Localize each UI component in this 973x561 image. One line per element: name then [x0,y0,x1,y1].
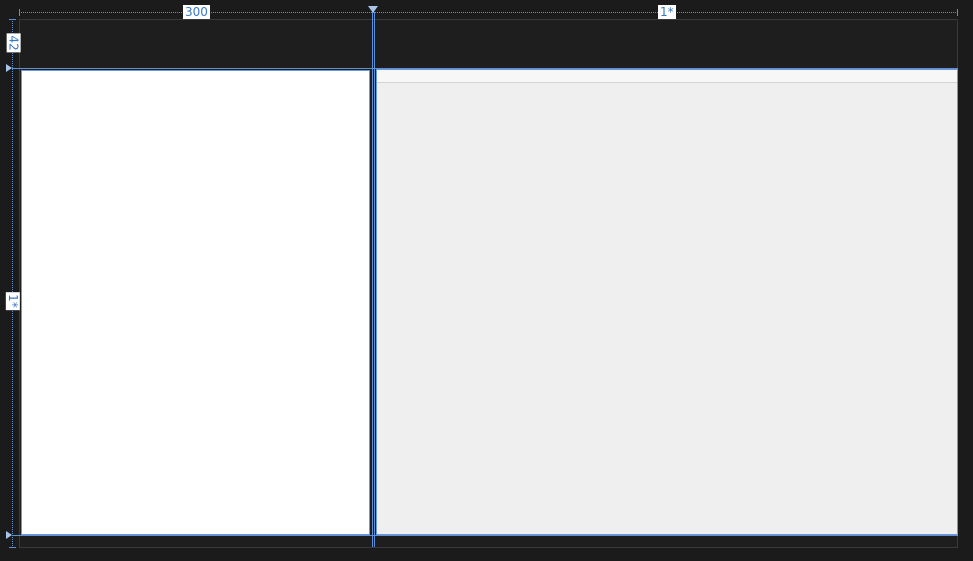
left-panel[interactable] [21,70,370,535]
row-bottom-line [12,535,958,536]
column-splitter-marker[interactable] [368,6,378,13]
row-height-label-bottom[interactable]: 1* [5,292,20,310]
column-divider-line[interactable] [372,12,373,547]
column-ruler-end-tick [957,9,958,16]
row-ruler-end-tick [9,547,16,548]
designer-canvas: 300 1* 42 1* [0,0,973,561]
column-ruler-start-tick [19,9,20,16]
column-width-label-left[interactable]: 300 [183,5,210,19]
column-width-label-right[interactable]: 1* [658,5,676,19]
column-divider-line-inner [374,12,375,547]
row-height-label-top[interactable]: 42 [6,33,21,53]
row-ruler-start-tick [9,19,16,20]
row-ruler [12,19,13,548]
column-ruler [19,12,958,13]
right-panel[interactable] [376,69,958,535]
right-panel-header-strip [377,70,957,83]
